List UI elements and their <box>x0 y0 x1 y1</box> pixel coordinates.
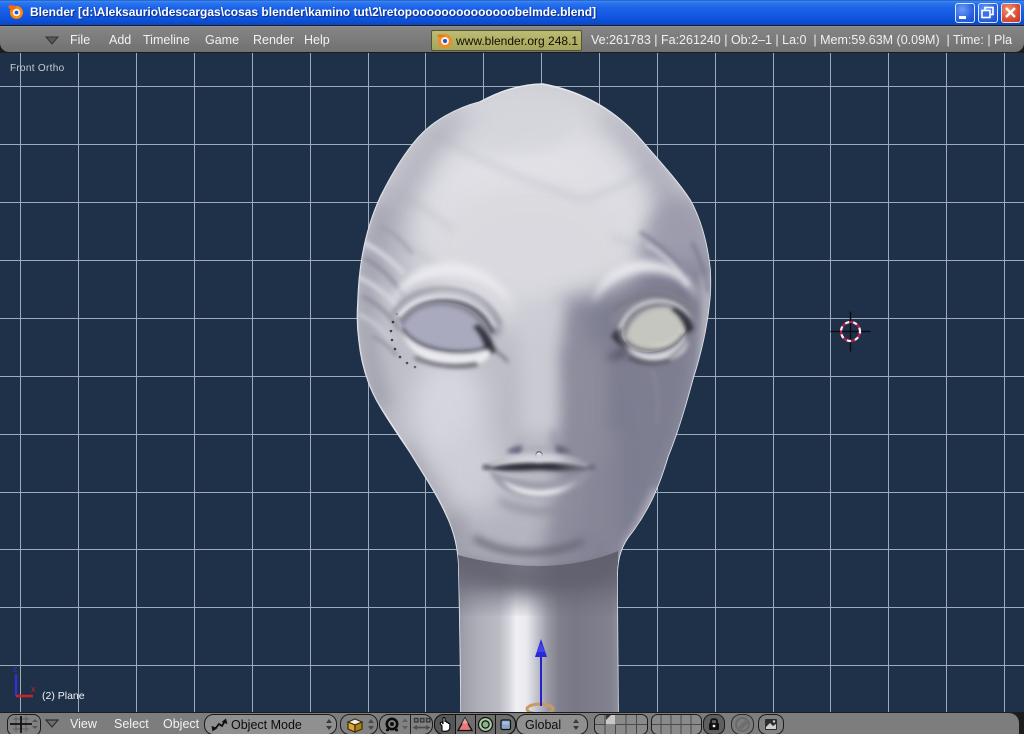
svg-text:x: x <box>31 684 36 694</box>
svg-text:Object Mode: Object Mode <box>231 718 302 732</box>
svg-text:Global: Global <box>525 718 561 732</box>
svg-text:z: z <box>13 664 18 674</box>
